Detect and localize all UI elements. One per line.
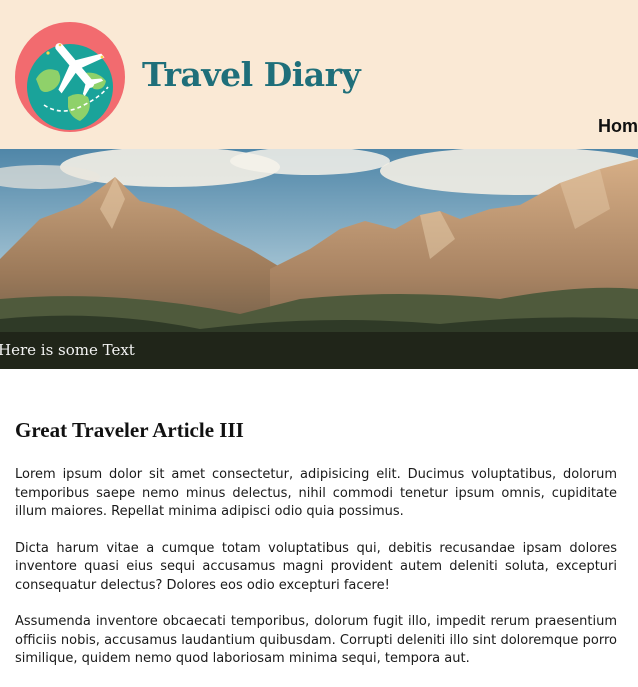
hero-caption-bar: Here is some Text	[0, 332, 638, 369]
site-title[interactable]: Travel Diary	[142, 54, 361, 96]
hero-caption-text: Here is some Text	[0, 341, 135, 359]
hero-banner: Here is some Text	[0, 149, 638, 369]
main-nav: Hom	[598, 114, 638, 140]
site-header: Travel Diary Hom	[0, 0, 638, 149]
article-paragraph: Dicta harum vitae a cumque totam volupta…	[15, 540, 617, 593]
article-title: Great Traveler Article III	[15, 418, 244, 442]
nav-home-link[interactable]: Hom	[598, 116, 638, 136]
article-paragraph: Lorem ipsum dolor sit amet consectetur, …	[15, 467, 617, 519]
globe-airplane-icon[interactable]	[14, 21, 126, 133]
article-paragraph: Assumenda inventore obcaecati temporibus…	[15, 614, 617, 666]
